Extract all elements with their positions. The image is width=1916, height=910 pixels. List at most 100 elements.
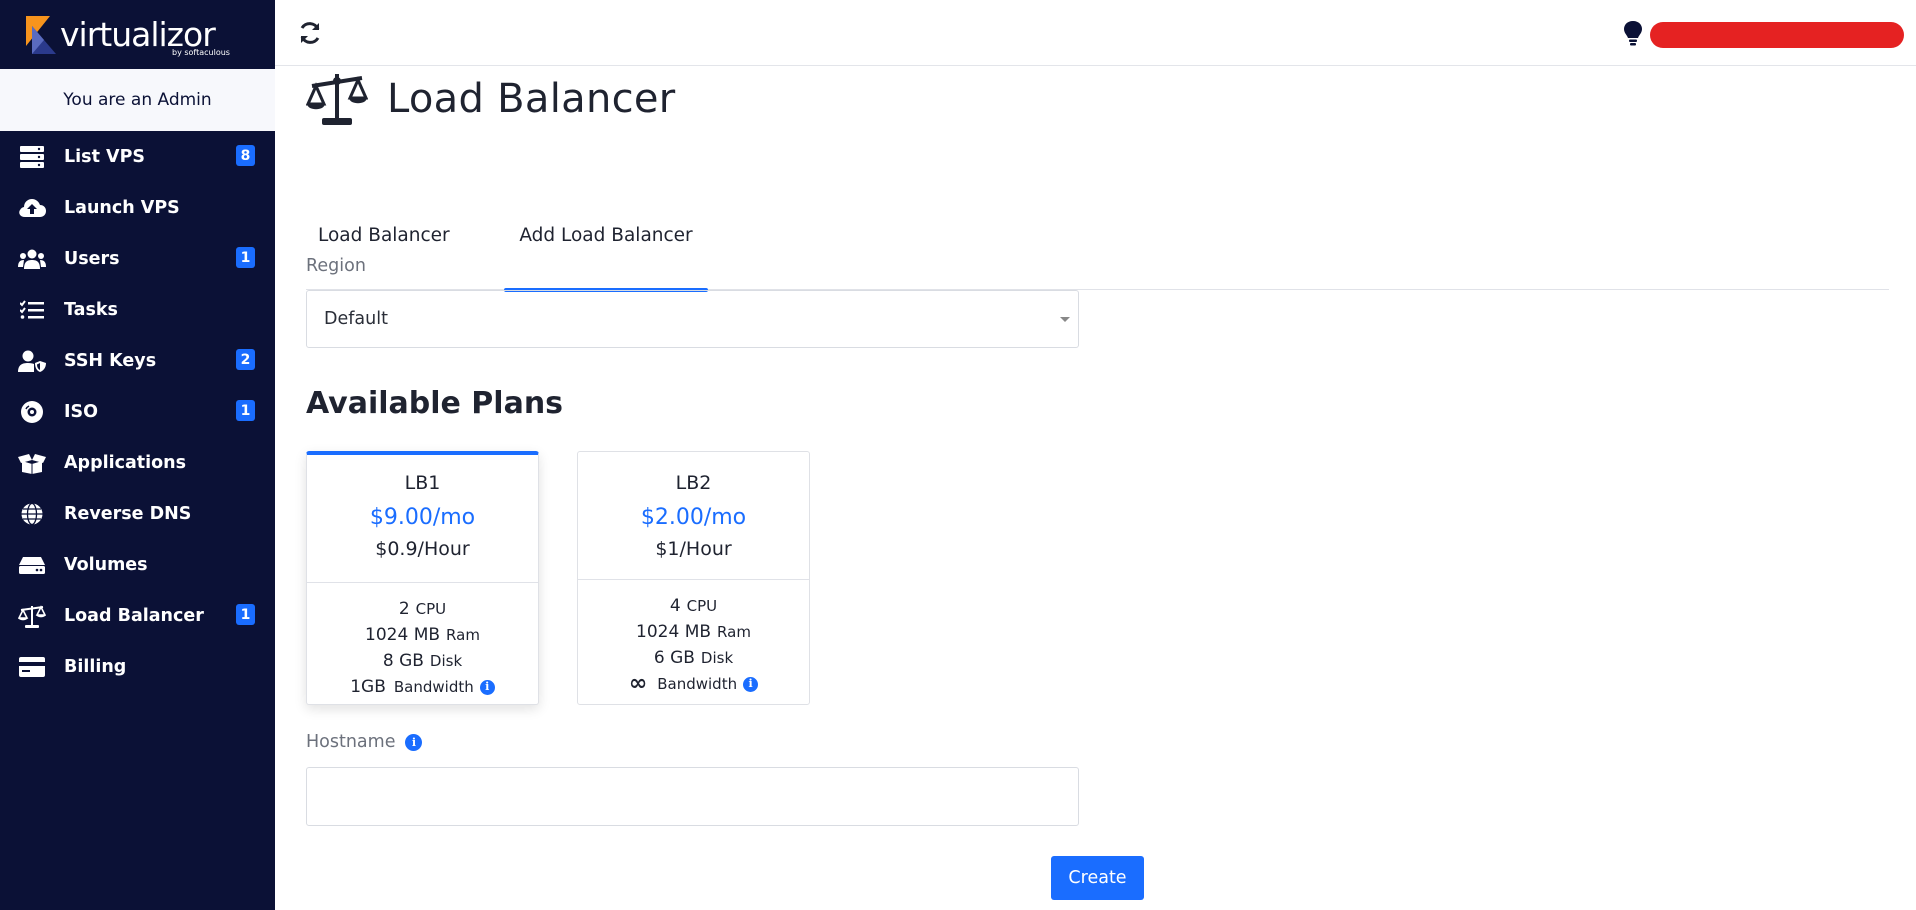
box-open-icon xyxy=(18,451,46,475)
logo[interactable]: virtualizor by softaculous xyxy=(0,0,275,69)
user-menu[interactable] xyxy=(1650,22,1904,48)
balance-scale-icon xyxy=(306,74,368,125)
plan-name: LB1 xyxy=(404,472,441,494)
spec-value: 1024 MB xyxy=(365,625,441,645)
sidebar-item-iso[interactable]: ISO 1 xyxy=(0,386,275,437)
sidebar-item-label: SSH Keys xyxy=(64,350,157,371)
plan-card-lb1[interactable]: LB1 $9.00/mo $0.9/Hour 2 CPU 1024 MB Ram 8… xyxy=(306,451,539,705)
caret-down-icon xyxy=(1060,317,1070,322)
plan-header: LB2 $2.00/mo $1/Hour xyxy=(578,452,809,580)
spec-disk: 6 GB Disk xyxy=(578,645,809,671)
plan-card-lb2[interactable]: LB2 $2.00/mo $1/Hour 4 CPU 1024 MB Ram 6 G… xyxy=(577,451,810,705)
sidebar-nav: List VPS 8 Launch VPS Users 1 Tasks SSH … xyxy=(0,131,275,692)
sidebar-item-label: Applications xyxy=(64,452,187,473)
globe-icon xyxy=(18,502,46,526)
credit-card-icon xyxy=(18,655,46,679)
plan-specs: 2 CPU 1024 MB Ram 8 GB Disk 1GB Bandwidth i xyxy=(307,583,538,700)
count-badge: 1 xyxy=(236,247,255,268)
lightbulb-icon[interactable] xyxy=(1622,20,1644,48)
sidebar-item-list-vps[interactable]: List VPS 8 xyxy=(0,131,275,182)
create-button[interactable]: Create xyxy=(1051,856,1144,900)
spec-unit: Bandwidth xyxy=(657,675,738,693)
sidebar-item-label: ISO xyxy=(64,401,98,422)
spec-unit: Ram xyxy=(446,626,480,644)
cloud-upload-icon xyxy=(18,196,46,220)
spec-value: 2 xyxy=(398,599,410,619)
plan-header: LB1 $9.00/mo $0.9/Hour xyxy=(307,455,538,583)
info-icon[interactable]: i xyxy=(743,676,759,692)
page-header: Load Balancer xyxy=(306,70,676,128)
sidebar-item-tasks[interactable]: Tasks xyxy=(0,284,275,335)
main-content: Load Balancer Load Balancer Add Load Bal… xyxy=(306,66,1889,910)
region-selected-value: Default xyxy=(324,309,388,329)
hdd-icon xyxy=(18,553,46,577)
tab-label: Add Load Balancer xyxy=(519,225,693,246)
count-badge: 1 xyxy=(236,400,255,421)
sidebar-item-label: Tasks xyxy=(64,299,118,320)
spec-value: 6 GB xyxy=(653,648,695,668)
spec-bandwidth: ∞ Bandwidth i xyxy=(578,671,809,697)
refresh-icon[interactable] xyxy=(297,20,323,46)
plan-monthly-price: $2.00/mo xyxy=(640,505,747,530)
sidebar-item-billing[interactable]: Billing xyxy=(0,641,275,692)
spec-unit: Ram xyxy=(717,623,751,641)
sidebar-item-volumes[interactable]: Volumes xyxy=(0,539,275,590)
spec-value: 1024 MB xyxy=(636,622,712,642)
plan-name: LB2 xyxy=(675,472,712,494)
hostname-label-row: Hostname i xyxy=(306,732,423,752)
sidebar-item-users[interactable]: Users 1 xyxy=(0,233,275,284)
spec-unit: Disk xyxy=(429,652,463,670)
count-badge: 2 xyxy=(236,349,255,370)
role-indicator: You are an Admin xyxy=(0,69,275,131)
top-bar xyxy=(275,0,1916,66)
tab-add-load-balancer[interactable]: Add Load Balancer xyxy=(504,182,708,292)
region-select[interactable]: Default xyxy=(306,290,1079,348)
sidebar-item-label: List VPS xyxy=(64,146,145,167)
sidebar-item-label: Launch VPS xyxy=(64,197,180,218)
sidebar-item-label: Reverse DNS xyxy=(64,503,192,524)
spec-cpu: 2 CPU xyxy=(307,596,538,622)
count-badge: 8 xyxy=(236,145,255,166)
plan-hourly-price: $0.9/Hour xyxy=(375,538,470,560)
sidebar-item-launch-vps[interactable]: Launch VPS xyxy=(0,182,275,233)
spec-cpu: 4 CPU xyxy=(578,593,809,619)
plan-specs: 4 CPU 1024 MB Ram 6 GB Disk ∞ Bandwidth i xyxy=(578,580,809,697)
plan-hourly-price: $1/Hour xyxy=(655,538,732,560)
sidebar: virtualizor by softaculous You are an Ad… xyxy=(0,0,275,910)
sidebar-item-applications[interactable]: Applications xyxy=(0,437,275,488)
spec-value: 1GB xyxy=(350,677,386,697)
spec-ram: 1024 MB Ram xyxy=(578,619,809,645)
user-shield-icon xyxy=(18,349,46,373)
sidebar-item-label: Volumes xyxy=(64,554,148,575)
server-icon xyxy=(18,145,46,169)
info-icon[interactable]: i xyxy=(479,679,495,695)
users-icon xyxy=(18,247,46,271)
spec-unit: CPU xyxy=(686,597,718,615)
sidebar-item-label: Users xyxy=(64,248,120,269)
plan-monthly-price: $9.00/mo xyxy=(369,505,476,530)
spec-unit: CPU xyxy=(415,600,447,618)
logo-subtext: by softaculous xyxy=(172,48,230,57)
info-icon[interactable]: i xyxy=(405,733,423,751)
virtualizor-logo-icon xyxy=(26,15,56,54)
hostname-input[interactable] xyxy=(306,767,1079,826)
region-label: Region xyxy=(306,256,366,276)
spec-disk: 8 GB Disk xyxy=(307,648,538,674)
available-plans-heading: Available Plans xyxy=(306,386,564,421)
spec-ram: 1024 MB Ram xyxy=(307,622,538,648)
balance-scale-icon xyxy=(18,604,46,628)
page-title: Load Balancer xyxy=(387,76,676,122)
count-badge: 1 xyxy=(236,604,255,625)
spec-value: 4 xyxy=(669,596,681,616)
sidebar-item-label: Billing xyxy=(64,656,127,677)
spec-value: 8 GB xyxy=(382,651,424,671)
tab-bar: Load Balancer Add Load Balancer xyxy=(306,182,1889,292)
sidebar-item-ssh-keys[interactable]: SSH Keys 2 xyxy=(0,335,275,386)
sidebar-item-label: Load Balancer xyxy=(64,605,204,626)
spec-unit: Bandwidth xyxy=(393,678,474,696)
sidebar-item-reverse-dns[interactable]: Reverse DNS xyxy=(0,488,275,539)
disc-icon xyxy=(18,400,46,424)
tasks-icon xyxy=(18,298,46,322)
sidebar-item-load-balancer[interactable]: Load Balancer 1 xyxy=(0,590,275,641)
logo-text: virtualizor xyxy=(60,15,216,54)
